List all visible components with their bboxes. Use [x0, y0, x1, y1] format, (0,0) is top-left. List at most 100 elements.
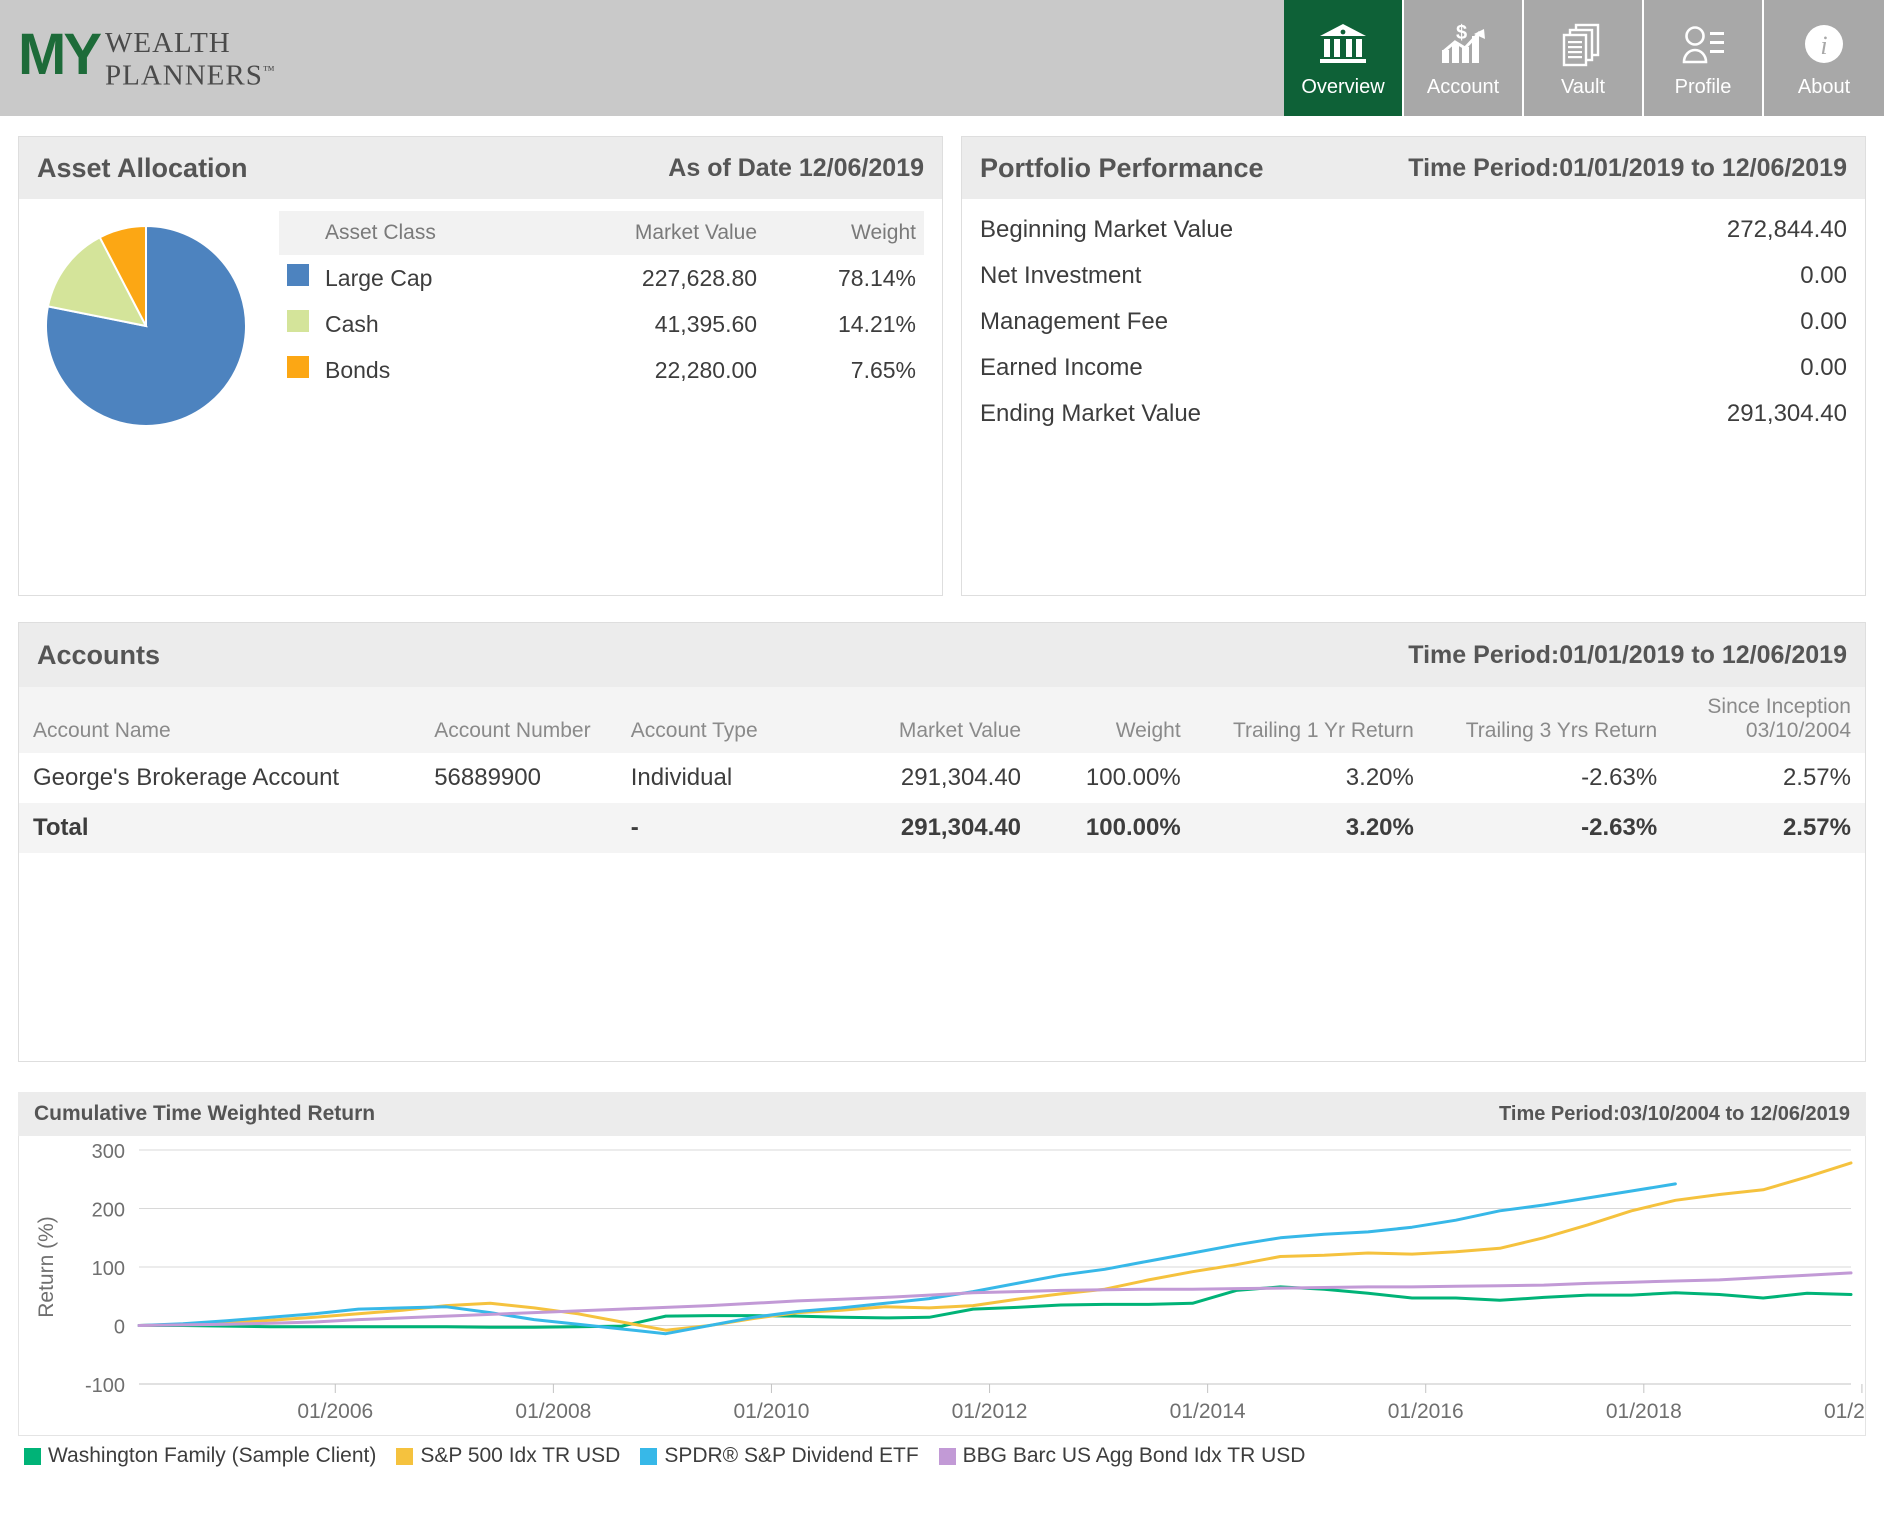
legend-swatch: [287, 310, 309, 332]
performance-row: Beginning Market Value 272,844.40: [980, 207, 1847, 253]
performance-row: Earned Income 0.00: [980, 345, 1847, 391]
cumulative-return-title: Cumulative Time Weighted Return: [34, 1102, 376, 1125]
nav-item-about[interactable]: i About: [1764, 0, 1884, 116]
x-axis-tick-label: 01/2006: [297, 1400, 373, 1423]
svg-text:$: $: [1456, 22, 1467, 44]
accounts-header: Accounts Time Period:01/01/2019 to 12/06…: [19, 623, 1865, 687]
market-value-cell: 227,628.80: [641, 264, 758, 291]
col-trailing-3yr: Trailing 3 Yrs Return: [1427, 687, 1672, 753]
portfolio-performance-header: Portfolio Performance Time Period:01/01/…: [962, 137, 1865, 199]
performance-value: 0.00: [1800, 354, 1847, 381]
market-value-cell: 291,304.40: [900, 764, 1022, 791]
asset-allocation-body: Asset Class Market Value Weight Large Ca…: [19, 199, 942, 436]
trailing-3yr-cell: -2.63%: [1427, 803, 1672, 853]
performance-row: Management Fee 0.00: [980, 299, 1847, 345]
accounts-table-header-row: Account Name Account Number Account Type…: [19, 687, 1865, 753]
col-account-name: Account Name: [19, 687, 421, 753]
accounts-table-body: George's Brokerage Account 56889900 Indivi…: [19, 753, 1865, 853]
legend-item[interactable]: S&P 500 Idx TR USD: [396, 1444, 620, 1468]
weight-cell: 7.65%: [850, 356, 916, 383]
legend-item[interactable]: Washington Family (Sample Client): [24, 1444, 376, 1468]
legend-label: BBG Barc US Agg Bond Idx TR USD: [962, 1444, 1306, 1467]
performance-label: Net Investment: [980, 262, 1142, 289]
chart-row: Cumulative Time Weighted Return Time Per…: [0, 1092, 1884, 1492]
accounts-period: Time Period:01/01/2019 to 12/06/2019: [1408, 640, 1847, 669]
portfolio-performance-title: Portfolio Performance: [980, 152, 1264, 183]
performance-row: Net Investment 0.00: [980, 253, 1847, 299]
x-axis-tick-label: 01/2016: [1388, 1400, 1464, 1423]
accounts-panel: Accounts Time Period:01/01/2019 to 12/06…: [18, 622, 1866, 1062]
table-row[interactable]: George's Brokerage Account 56889900 Indivi…: [19, 753, 1865, 803]
svg-text:i: i: [1820, 31, 1827, 60]
logo-wordmark: WEALTH PLANNERS™: [105, 29, 276, 91]
legend-swatch: [396, 1447, 414, 1465]
table-header-row: Asset Class Market Value Weight: [279, 211, 924, 255]
market-value-cell: 291,304.40: [830, 803, 1036, 853]
brand-logo: MY WEALTH PLANNERS™: [18, 26, 276, 91]
cumulative-return-header: Cumulative Time Weighted Return Time Per…: [18, 1092, 1866, 1136]
summary-panels-row: Asset Allocation As of Date 12/06/2019 A…: [0, 136, 1884, 596]
performance-label: Earned Income: [980, 354, 1143, 381]
x-axis-tick-label: 01/2014: [1170, 1400, 1246, 1423]
market-value-cell: 22,280.00: [654, 356, 758, 383]
weight-cell: 78.14%: [837, 264, 916, 291]
legend-swatch: [287, 264, 309, 286]
nav-label-overview: Overview: [1301, 75, 1385, 98]
table-row: Cash 41,395.60 14.21%: [279, 301, 924, 347]
asset-class-cell: Large Cap: [325, 264, 433, 291]
logo-mark: MY: [18, 26, 102, 84]
chart-series-line: [137, 1182, 1677, 1336]
cumulative-return-line-chart: -100 0 100 200 300 Return (%) 01/2006 01/2008 01…: [35, 1141, 1884, 1423]
nav-item-profile[interactable]: Profile: [1644, 0, 1764, 116]
logo-trademark: ™: [262, 63, 276, 78]
portfolio-performance-body: Beginning Market Value 272,844.40 Net Inve…: [962, 199, 1865, 437]
nav-item-overview[interactable]: Overview: [1284, 0, 1404, 116]
legend-label: Washington Family (Sample Client): [48, 1444, 377, 1467]
weight-cell: 100.00%: [1085, 764, 1181, 791]
performance-value: 0.00: [1800, 308, 1847, 335]
nav-label-profile: Profile: [1674, 75, 1732, 98]
legend-swatch: [938, 1447, 956, 1465]
chart-dollar-icon: $: [1438, 18, 1488, 72]
x-axis-tick-label: 01/2018: [1606, 1400, 1682, 1423]
legend-item[interactable]: SPDR® S&P Dividend ETF: [640, 1444, 919, 1468]
performance-row: Ending Market Value 291,304.40: [980, 391, 1847, 437]
table-row: Large Cap 227,628.80 78.14%: [279, 255, 924, 301]
main-navigation: Overview $ Account Vault Profile i About: [1284, 0, 1884, 116]
nav-item-vault[interactable]: Vault: [1524, 0, 1644, 116]
swatch-column-header: [279, 211, 317, 255]
portfolio-performance-period: Time Period:01/01/2019 to 12/06/2019: [1408, 153, 1847, 182]
weight-cell: 100.00%: [1035, 803, 1195, 853]
performance-label: Ending Market Value: [980, 400, 1202, 427]
legend-label: S&P 500 Idx TR USD: [420, 1444, 621, 1467]
nav-item-account[interactable]: $ Account: [1404, 0, 1524, 116]
logo-mark-text: MY: [18, 22, 102, 88]
x-axis-tick-label: 01/2010: [733, 1400, 809, 1423]
col-since-inception-label: Since Inception: [1707, 695, 1851, 718]
performance-value: 291,304.40: [1726, 400, 1847, 427]
performance-value: 0.00: [1800, 262, 1847, 289]
legend-swatch: [640, 1447, 658, 1465]
cumulative-return-legend: Washington Family (Sample Client) S&P 500…: [18, 1436, 1866, 1468]
col-trailing-1yr: Trailing 1 Yr Return: [1194, 687, 1428, 753]
asset-class-cell: Bonds: [325, 356, 391, 383]
account-type-cell: Individual: [630, 764, 733, 791]
col-weight: Weight: [765, 211, 924, 255]
y-axis-tick-label: 0: [114, 1317, 125, 1339]
asset-allocation-pie-wrap: [19, 211, 279, 436]
chart-series-line: [137, 1271, 1853, 1327]
asset-class-cell: Cash: [325, 310, 379, 337]
col-account-type: Account Type: [616, 687, 831, 753]
account-name-cell: Total: [19, 803, 421, 853]
bank-icon: [1318, 18, 1368, 72]
asset-allocation-pie-chart: [45, 224, 247, 427]
cumulative-return-period: Time Period:03/10/2004 to 12/06/2019: [1499, 1102, 1850, 1125]
accounts-title: Accounts: [37, 639, 161, 670]
portfolio-performance-panel: Portfolio Performance Time Period:01/01/…: [961, 136, 1866, 596]
x-axis-tick-label: 01/2012: [952, 1400, 1028, 1423]
nav-label-vault: Vault: [1560, 75, 1606, 98]
y-axis-tick-label: 100: [92, 1258, 125, 1280]
legend-item[interactable]: BBG Barc US Agg Bond Idx TR USD: [938, 1444, 1306, 1468]
y-axis-tick-label: -100: [85, 1375, 125, 1397]
nav-label-about: About: [1797, 75, 1851, 98]
